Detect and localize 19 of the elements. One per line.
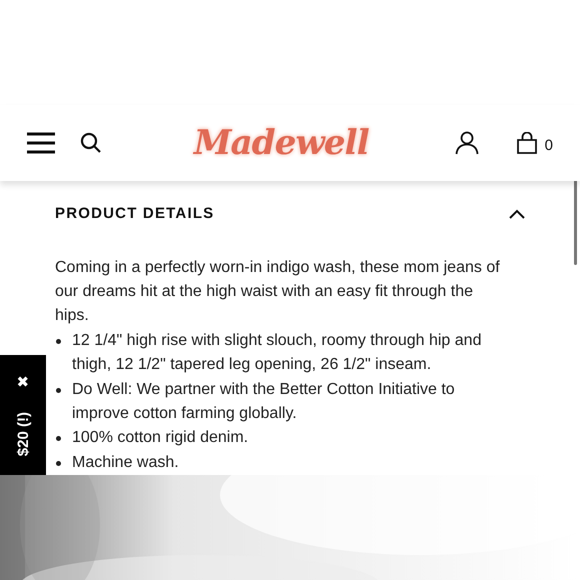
- user-icon[interactable]: [454, 131, 479, 155]
- promo-label: $20 (!): [16, 412, 30, 456]
- bullet-icon: [56, 338, 61, 344]
- caret-icon[interactable]: [509, 209, 525, 220]
- bullet-icon: [56, 460, 61, 466]
- section-title: PRODUCT DETAILS: [55, 204, 214, 224]
- search-icon[interactable]: [80, 132, 102, 154]
- bullet-icon: [56, 436, 61, 442]
- description-text: Coming in a perfectly worn-in indigo wash, these mom jeans of our dreams hit at the high waist with an easy fit through the hips.: [55, 258, 500, 326]
- bullet-text: Machine wash.: [72, 452, 179, 473]
- bullet-text: Do Well: We partner with the Better Cotton Initiative to improve cotton farming globally.: [72, 380, 456, 424]
- shopping-bag-icon[interactable]: [516, 132, 537, 154]
- bullet-icon: [56, 388, 61, 393]
- bullet-text: 100% cotton rigid denim.: [72, 428, 248, 448]
- close-button[interactable]: ✖: [16, 375, 30, 390]
- cart-count: 0: [544, 136, 553, 156]
- bullet-text: 12 1/4" high rise with slight slouch, roomy through hip and thigh, 12 1/2" tapered leg opening, 26 1/2" inseam.: [72, 330, 482, 376]
- promo-tab[interactable]: ✖ $20 (!): [0, 355, 46, 475]
- menu-icon[interactable]: [27, 132, 55, 154]
